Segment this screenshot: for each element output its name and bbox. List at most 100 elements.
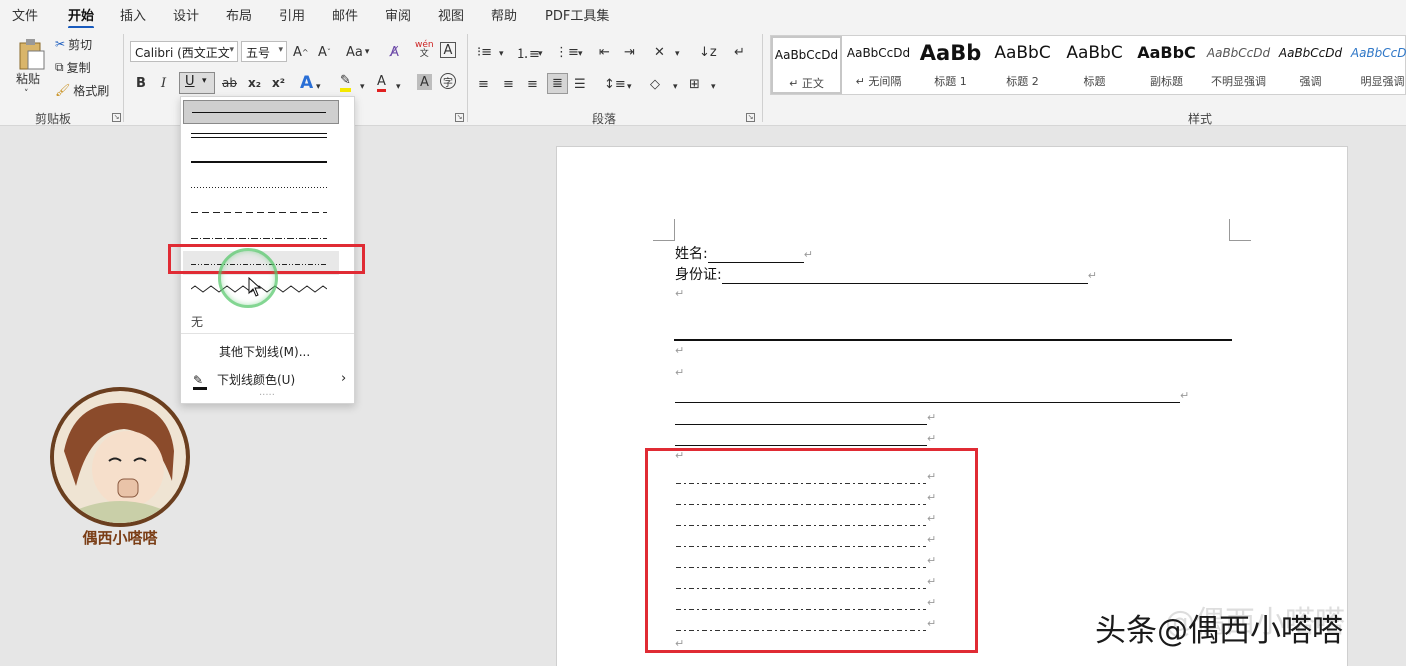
asian-layout-icon[interactable]: ✕ [654,42,665,62]
char-shading-icon[interactable]: A [417,74,432,90]
underline-line[interactable]: ↵ [675,387,1189,403]
chevron-down-icon[interactable]: ▾ [316,77,321,97]
paste-button[interactable] [14,36,48,72]
menu-review[interactable]: 审阅 [385,5,411,24]
margin-corner [1229,219,1251,241]
style-emphasis[interactable]: AaBbCcDd 强调 [1275,36,1346,94]
clipboard-group-label: 剪贴板 [35,112,72,126]
underline-option-single[interactable] [183,100,339,124]
chevron-down-icon[interactable]: ▾ [499,44,504,64]
menu-pdf-tools[interactable]: PDF工具集 [545,5,609,24]
cartoon-girl-icon [54,391,186,523]
chevron-down-icon[interactable]: ▾ [538,44,543,64]
numbering-icon[interactable]: ⒈≡ [516,42,540,62]
style-intense-emphasis[interactable]: AaBbCcDd 明显强调 [1347,36,1406,94]
pinyin-guide-icon[interactable]: wén 文 [415,40,434,60]
font-name-select[interactable]: Calibri (西文正文 ▾ [130,41,238,62]
underline-option-none[interactable]: 无 [191,313,203,330]
name-line[interactable]: 姓名: ↵ [675,243,813,263]
align-center-icon[interactable]: ≡ [503,74,514,94]
chevron-down-icon[interactable]: ▾ [673,77,678,97]
style-subtitle[interactable]: AaBbC 副标题 [1131,36,1202,94]
thick-underline [674,339,1232,341]
shading-icon[interactable]: ◇ [650,74,660,94]
strikethrough-button[interactable]: ab [222,73,237,93]
menu-file[interactable]: 文件 [12,5,38,24]
menu-references[interactable]: 引用 [279,5,305,24]
chevron-down-icon[interactable]: ▾ [396,77,401,97]
menu-insert[interactable]: 插入 [120,5,146,24]
chevron-down-icon[interactable]: ▾ [578,44,583,64]
bold-button[interactable]: B [136,73,146,93]
text-effects-icon[interactable]: A [300,73,313,93]
chevron-down-icon[interactable]: ▾ [627,77,632,97]
enclose-char-icon[interactable]: 字 [440,73,456,89]
distribute-icon[interactable]: ☰ [574,74,586,94]
style-normal[interactable]: AaBbCcDd ↵ 正文 [771,36,842,94]
chevron-down-icon[interactable]: ▾ [675,44,680,64]
mouse-cursor-icon [248,277,262,297]
superscript-button[interactable]: x² [272,73,285,93]
chevron-down-icon[interactable]: ▾ [711,77,716,97]
underline-line[interactable]: ↵ [675,409,936,425]
underline-button[interactable]: U ▾ [179,72,215,94]
menu-help[interactable]: 帮助 [491,5,517,24]
avatar-caption: 偶西小嗒嗒 [82,529,158,547]
justify-icon[interactable]: ≣ [547,73,568,94]
chevron-down-icon[interactable]: ▾ [360,77,365,97]
increase-indent-icon[interactable]: ⇥ [624,42,635,62]
grow-font-button[interactable]: A ^ [293,42,309,62]
italic-button[interactable]: I [161,73,166,93]
underline-option-thick[interactable] [183,150,339,174]
font-launcher-icon[interactable]: ↘ [455,113,464,122]
bullets-icon[interactable]: ⁝≡ [477,42,492,62]
copy-button[interactable]: ⧉ 复制 [55,57,91,77]
style-heading-2[interactable]: AaBbC 标题 2 [987,36,1058,94]
underline-option-double[interactable] [183,125,339,149]
more-underlines-item[interactable]: 其他下划线(M)... [219,343,310,360]
clipboard-launcher-icon[interactable]: ↘ [112,113,121,122]
underline-color-item[interactable]: ✎ 下划线颜色(U) [193,371,295,390]
clear-format-icon[interactable]: A̸ [390,42,399,62]
paste-chevron-icon[interactable]: ˅ [24,84,29,104]
cut-button[interactable]: ✂ 剪切 [55,34,92,54]
paragraph-launcher-icon[interactable]: ↘ [746,113,755,122]
menu-mailings[interactable]: 邮件 [332,5,358,24]
margin-corner [653,219,675,241]
show-marks-icon[interactable]: ↵ [734,42,745,62]
chevron-down-icon: ▾ [202,76,207,86]
id-line[interactable]: 身份证: ↵ [675,264,1097,284]
style-title[interactable]: AaBbC 标题 [1059,36,1130,94]
char-border-icon[interactable]: A [440,42,456,58]
multilevel-list-icon[interactable]: ⋮≡ [555,42,579,62]
borders-icon[interactable]: ⊞ [689,74,700,94]
style-subtle-emphasis[interactable]: AaBbCcDd 不明显强调 [1203,36,1274,94]
underline-option-dash[interactable] [183,200,339,224]
highlight-icon[interactable]: ✎ [340,73,351,93]
chevron-down-icon: ▾ [278,45,283,55]
line-spacing-icon[interactable]: ↕≡ [604,74,626,94]
menu-layout[interactable]: 布局 [226,5,252,24]
style-no-spacing[interactable]: AaBbCcDd ↵ 无间隔 [843,36,914,94]
underline-line[interactable]: ↵ [675,430,936,446]
shrink-font-button[interactable]: Aˇ [318,42,331,62]
scissors-icon: ✂ [55,37,66,51]
underline-option-dotted[interactable] [183,175,339,199]
align-right-icon[interactable]: ≡ [527,74,538,94]
font-size-select[interactable]: 五号 ▾ [241,41,287,62]
resize-grip[interactable]: ..... [259,387,275,398]
change-case-button[interactable]: Aa ▾ [346,42,369,62]
menu-design[interactable]: 设计 [173,5,199,24]
menu-separator [181,333,354,334]
sort-icon[interactable]: ↓z [699,42,717,62]
decrease-indent-icon[interactable]: ⇤ [599,42,610,62]
format-painter-button[interactable]: 🖌 格式刷 [55,80,109,100]
subscript-button[interactable]: x₂ [248,73,261,93]
menu-home[interactable]: 开始 [68,5,95,29]
paragraph-mark: ↵ [675,287,685,300]
font-color-icon[interactable]: A [377,73,386,93]
menu-view[interactable]: 视图 [438,5,464,24]
align-left-icon[interactable]: ≡ [478,74,489,94]
group-divider [123,34,124,122]
style-heading-1[interactable]: AaBb 标题 1 [915,36,986,94]
